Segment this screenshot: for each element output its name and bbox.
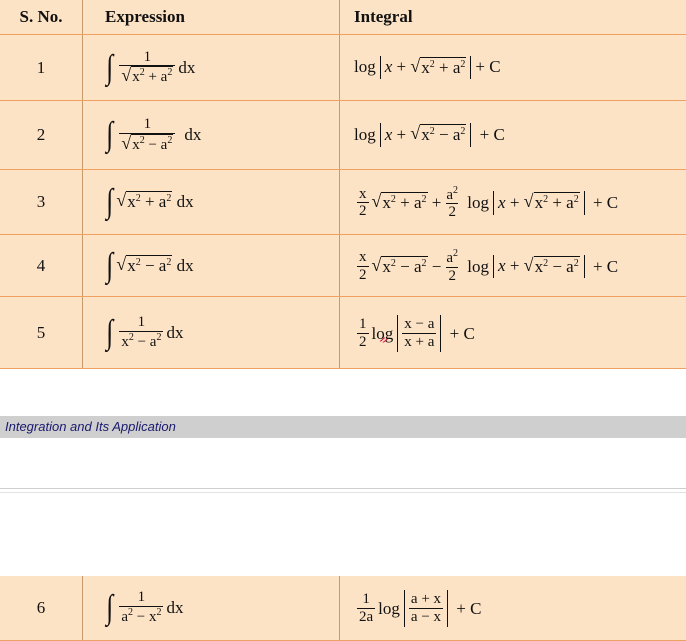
math-expression: ∫√x2 + a2 dx bbox=[105, 185, 194, 219]
integral-cell: 12logᨀx − ax + a + C bbox=[340, 297, 686, 369]
math-expression: 12aloga + xa − x + C bbox=[354, 590, 481, 627]
math-expression: logx + √x2 − a2 + C bbox=[354, 123, 505, 146]
expression-cell: ∫√x2 + a2 dx bbox=[83, 170, 340, 235]
table-row: 4 ∫√x2 − a2 dx x2√x2 − a2 −a22 logx + √x… bbox=[0, 235, 686, 297]
math-expression: ∫1x2 − a2dx bbox=[105, 314, 183, 351]
header-integral: Integral bbox=[340, 0, 686, 35]
row-number: 6 bbox=[0, 576, 83, 640]
integral-cell: 12aloga + xa − x + C bbox=[340, 576, 686, 640]
row-number: 2 bbox=[0, 101, 83, 170]
math-expression: ∫1√x2 + a2dx bbox=[105, 49, 195, 87]
integral-cell: x2√x2 − a2 −a22 logx + √x2 − a2 + C bbox=[340, 235, 686, 297]
table-row: 3 ∫√x2 + a2 dx x2√x2 + a2 +a22 logx + √x… bbox=[0, 170, 686, 235]
header-sno: S. No. bbox=[0, 0, 83, 35]
row-number: 5 bbox=[0, 297, 83, 369]
expression-cell: ∫1a2 − x2dx bbox=[83, 576, 340, 640]
table-row: 2 ∫1√x2 − a2dx logx + √x2 − a2 + C bbox=[0, 101, 686, 170]
row-number: 3 bbox=[0, 170, 83, 235]
math-expression: x2√x2 + a2 +a22 logx + √x2 + a2 + C bbox=[354, 185, 618, 222]
math-expression: ∫1√x2 − a2dx bbox=[105, 116, 201, 154]
math-expression: logx + √x2 + a2+ C bbox=[354, 56, 501, 79]
divider bbox=[0, 492, 686, 493]
math-expression: 12logᨀx − ax + a + C bbox=[354, 315, 475, 352]
row-number: 4 bbox=[0, 235, 83, 297]
expression-cell: ∫1x2 − a2dx bbox=[83, 297, 340, 369]
math-expression: ∫√x2 − a2 dx bbox=[105, 249, 194, 283]
section-title: Integration and Its Application bbox=[0, 419, 176, 434]
integral-cell: x2√x2 + a2 +a22 logx + √x2 + a2 + C bbox=[340, 170, 686, 235]
expression-cell: ∫√x2 − a2 dx bbox=[83, 235, 340, 297]
table-row: 6 ∫1a2 − x2dx 12aloga + xa − x + C bbox=[0, 576, 686, 640]
integral-cell: logx + √x2 − a2 + C bbox=[340, 101, 686, 170]
expression-cell: ∫1√x2 − a2dx bbox=[83, 101, 340, 170]
formula-table: S. No. Expression Integral 1 ∫1√x2 + a2d… bbox=[0, 0, 686, 369]
formula-table-continued: 6 ∫1a2 − x2dx 12aloga + xa − x + C bbox=[0, 576, 686, 641]
expression-cell: ∫1√x2 + a2dx bbox=[83, 35, 340, 101]
math-expression: x2√x2 − a2 −a22 logx + √x2 − a2 + C bbox=[354, 248, 618, 285]
table-row: 5 ∫1x2 − a2dx 12logᨀx − ax + a + C bbox=[0, 297, 686, 369]
row-number: 1 bbox=[0, 35, 83, 101]
math-expression: ∫1a2 − x2dx bbox=[105, 589, 183, 626]
header-row: S. No. Expression Integral bbox=[0, 0, 686, 35]
table-row: 1 ∫1√x2 + a2dx logx + √x2 + a2+ C bbox=[0, 35, 686, 101]
section-header-bar: Integration and Its Application bbox=[0, 416, 686, 438]
divider bbox=[0, 488, 686, 489]
integral-cell: logx + √x2 + a2+ C bbox=[340, 35, 686, 101]
header-expression: Expression bbox=[83, 0, 340, 35]
